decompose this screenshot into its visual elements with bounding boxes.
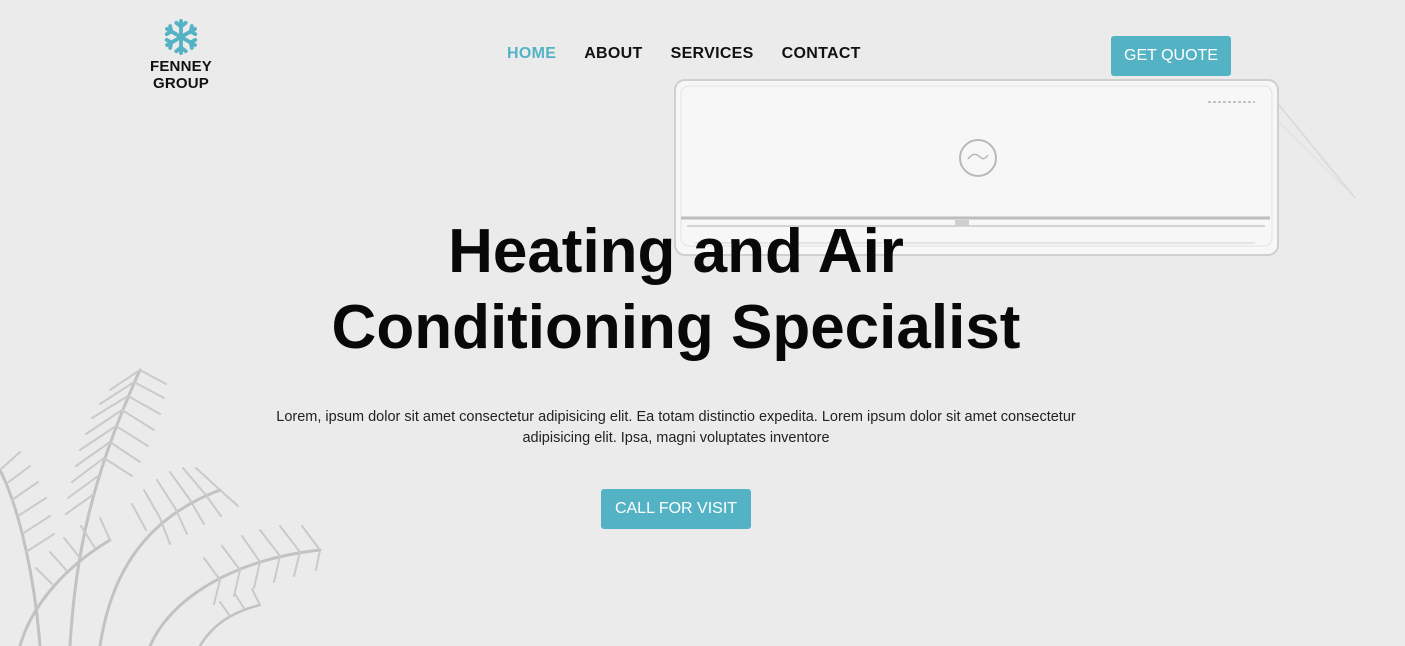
snowflake-icon (164, 18, 198, 56)
nav-contact[interactable]: CONTACT (782, 45, 861, 63)
get-quote-button[interactable]: GET QUOTE (1111, 36, 1231, 76)
nav-home[interactable]: HOME (507, 45, 556, 63)
call-for-visit-button[interactable]: CALL FOR VISIT (601, 489, 751, 529)
hero-title-line-2: Conditioning Specialist (331, 293, 1021, 362)
brand-name: FENNEY GROUP (149, 58, 213, 92)
nav-about[interactable]: ABOUT (584, 45, 642, 63)
nav-services[interactable]: SERVICES (671, 45, 754, 63)
hero-title: Heating and Air Conditioning Specialist (0, 214, 1352, 366)
hero-title-line-1: Heating and Air (448, 217, 904, 286)
hero-description: Lorem, ipsum dolor sit amet consectetur … (276, 409, 1076, 446)
plant-image (0, 368, 322, 646)
main-nav: HOME ABOUT SERVICES CONTACT (507, 45, 889, 63)
brand-logo[interactable]: FENNEY GROUP (120, 16, 242, 92)
